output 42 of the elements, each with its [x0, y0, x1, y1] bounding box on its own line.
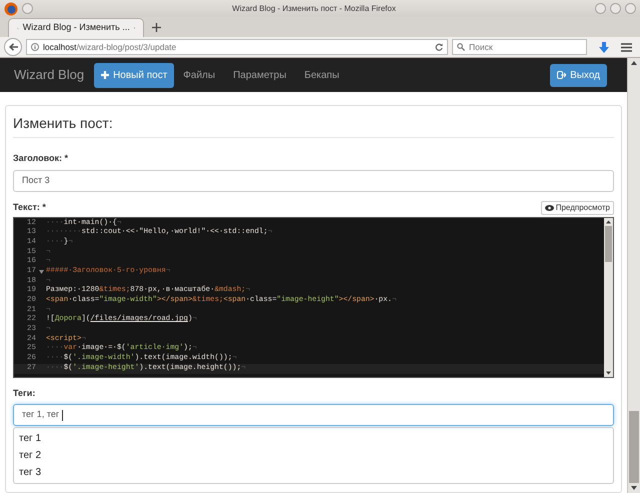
- suggestion-item[interactable]: тег 3: [19, 464, 608, 481]
- page-heading: Изменить пост:: [13, 113, 614, 138]
- suggestion-item[interactable]: тег 1: [19, 430, 608, 447]
- scroll-down-arrow-icon[interactable]: [604, 368, 613, 376]
- code-editor[interactable]: [13, 216, 614, 378]
- url-field[interactable]: localhost/wizard-blog/post/3/update: [26, 39, 448, 55]
- tags-input[interactable]: тег 1, тег: [13, 404, 614, 426]
- new-post-button[interactable]: Новый пост: [94, 62, 174, 88]
- editor-scrollbar[interactable]: [604, 218, 613, 376]
- nav-link[interactable]: Параметры: [224, 68, 296, 82]
- field-label: Теги:: [13, 386, 36, 400]
- page-scrollbar[interactable]: [627, 58, 640, 493]
- reload-icon[interactable]: [435, 43, 443, 51]
- suggestion-item[interactable]: тег 2: [19, 447, 608, 464]
- scrollbar-thumb[interactable]: [605, 226, 612, 262]
- sign-out-icon: [557, 71, 566, 79]
- download-arrow-icon[interactable]: [599, 42, 609, 52]
- preview-button[interactable]: Предпросмотр: [540, 200, 614, 214]
- plus-icon: [101, 71, 110, 79]
- back-arrow-icon: [8, 43, 18, 51]
- search-field[interactable]: Поиск: [452, 39, 587, 55]
- window-title: Wizard Blog - Изменить пост - Mozilla Firefox: [231, 2, 397, 14]
- url-text: localhost/wizard-blog/post/3/update: [43, 40, 178, 54]
- eye-icon: [544, 204, 554, 210]
- browser-tab[interactable]: Wizard Blog - Изменить ...: [8, 18, 144, 37]
- field-label: Заголовок: *: [13, 152, 70, 165]
- title-input[interactable]: Пост 3: [13, 170, 614, 192]
- brand-title[interactable]: Wizard Blog: [14, 65, 84, 85]
- back-button[interactable]: [4, 38, 22, 56]
- browser-logo-icon: [4, 2, 18, 16]
- tab-title: Wizard Blog - Изменить ...: [22, 21, 130, 34]
- menu-icon[interactable]: [621, 42, 632, 52]
- nav-link[interactable]: Бекапы: [295, 68, 348, 82]
- scrollbar-thumb[interactable]: [629, 411, 639, 483]
- nav-link[interactable]: Файлы: [174, 68, 224, 82]
- logout-button[interactable]: Выход: [550, 64, 607, 86]
- field-label: Текст: *: [13, 201, 46, 214]
- fold-caret-icon[interactable]: [38, 270, 44, 274]
- new-tab-icon[interactable]: [152, 23, 161, 32]
- info-icon[interactable]: [31, 43, 39, 51]
- search-icon: [457, 43, 465, 51]
- search-placeholder: Поиск: [469, 40, 493, 54]
